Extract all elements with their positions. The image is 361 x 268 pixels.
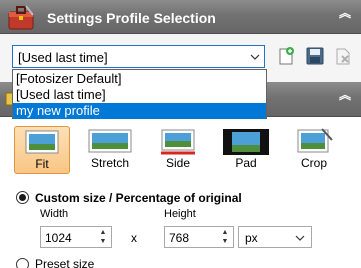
- width-stepper: ▲ ▼: [96, 228, 110, 246]
- mode-stretch-button[interactable]: Stretch: [82, 126, 138, 174]
- height-value: 768: [169, 231, 190, 245]
- height-down-icon[interactable]: ▼: [218, 237, 232, 246]
- width-up-icon[interactable]: ▲: [96, 228, 110, 237]
- option-used-last-time[interactable]: [Used last time]: [13, 87, 266, 103]
- stretch-icon: [88, 129, 132, 153]
- toolbox-icon: [8, 5, 34, 30]
- fit-icon: [25, 130, 59, 154]
- width-value: 1024: [45, 231, 72, 245]
- mode-side-button[interactable]: Side: [150, 126, 206, 174]
- new-profile-icon[interactable]: [276, 46, 296, 66]
- height-label: Height: [164, 208, 196, 220]
- times-symbol: x: [131, 231, 137, 245]
- mode-fit-button[interactable]: Fit: [14, 126, 70, 174]
- mode-pad-label: Pad: [235, 156, 257, 170]
- mode-stretch-label: Stretch: [90, 156, 129, 170]
- custom-size-label: Custom size / Percentage of original: [35, 191, 242, 205]
- profile-dropdown-list: [Fotosizer Default] [Used last time] my …: [12, 69, 267, 119]
- collapse-panel-icon[interactable]: ︽: [338, 7, 352, 25]
- unit-value: px: [245, 231, 258, 245]
- option-my-new-profile[interactable]: my new profile: [13, 103, 266, 119]
- width-input[interactable]: 1024 ▲ ▼: [40, 226, 112, 248]
- height-stepper: ▲ ▼: [218, 228, 232, 246]
- width-down-icon[interactable]: ▼: [96, 237, 110, 246]
- save-icon[interactable]: [305, 46, 325, 66]
- collapse-resize-panel-icon[interactable]: ︽: [338, 89, 352, 107]
- preset-size-radio[interactable]: [16, 258, 29, 268]
- custom-size-radio[interactable]: [16, 191, 29, 204]
- height-up-icon[interactable]: ▲: [218, 228, 232, 237]
- profile-select-value: [Used last time]: [18, 50, 108, 65]
- unit-select[interactable]: px: [238, 226, 312, 248]
- panel-title: Settings Profile Selection: [47, 10, 216, 26]
- pad-icon: [223, 129, 269, 155]
- mode-pad-button[interactable]: Pad: [218, 126, 274, 174]
- crop-icon: [297, 128, 333, 153]
- mode-fit-label: Fit: [35, 157, 49, 171]
- delete-icon[interactable]: [333, 46, 353, 66]
- settings-profile-header[interactable]: Settings Profile Selection ︽: [0, 0, 361, 34]
- chevron-down-icon: [250, 54, 260, 60]
- mode-side-label: Side: [165, 156, 191, 170]
- profile-select[interactable]: [Used last time]: [12, 45, 265, 68]
- option-fotosizer-default[interactable]: [Fotosizer Default]: [13, 71, 266, 87]
- width-label: Width: [40, 208, 69, 220]
- mode-crop-button[interactable]: Crop: [286, 126, 342, 174]
- preset-size-label: Preset size: [35, 257, 95, 268]
- mode-crop-label: Crop: [300, 156, 327, 170]
- height-input[interactable]: 768 ▲ ▼: [164, 226, 234, 248]
- chevron-down-icon: [295, 235, 305, 241]
- side-icon: [161, 129, 195, 155]
